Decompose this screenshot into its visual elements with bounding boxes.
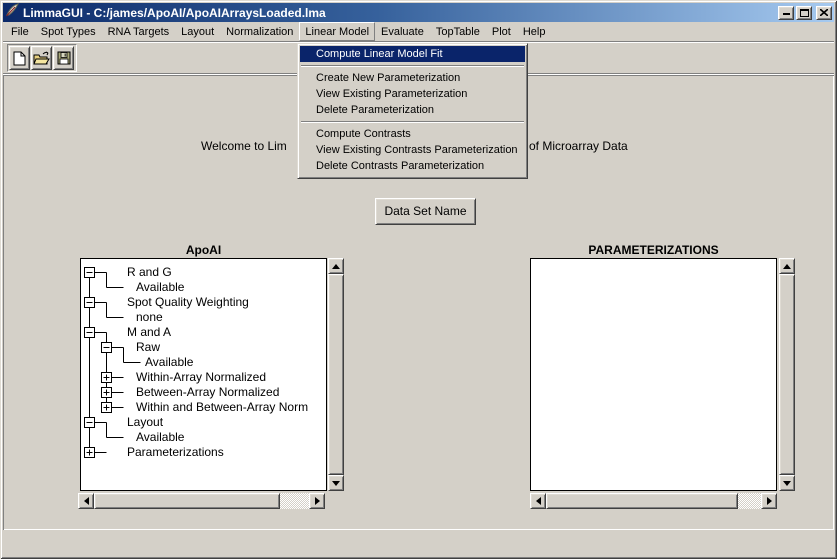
left-arrow-icon: [84, 497, 89, 505]
menubar-item-rna-targets[interactable]: RNA Targets: [102, 22, 176, 41]
right-panel-title: PARAMETERIZATIONS: [530, 243, 777, 257]
right-list-vertical-scrollbar[interactable]: [779, 258, 795, 491]
right-arrow-icon: [315, 497, 320, 505]
scroll-down-button[interactable]: [779, 475, 795, 491]
tree-node-raw[interactable]: Raw: [136, 340, 160, 355]
scrollbar-thumb[interactable]: [94, 493, 280, 509]
right-arrow-icon: [767, 497, 772, 505]
welcome-text-left: Welcome to Lim: [201, 139, 287, 153]
scroll-down-button[interactable]: [328, 475, 344, 491]
new-file-button[interactable]: [9, 46, 30, 70]
menu-separator: [301, 121, 524, 123]
tree-node-available[interactable]: Available: [136, 430, 184, 445]
menubar-item-layout[interactable]: Layout: [175, 22, 220, 41]
save-button[interactable]: [53, 46, 74, 70]
right-list-horizontal-scrollbar[interactable]: [530, 493, 777, 509]
welcome-text-right: of Microarray Data: [529, 139, 628, 153]
minimize-icon: [783, 8, 790, 15]
menubar-item-help[interactable]: Help: [517, 22, 552, 41]
up-arrow-icon: [332, 264, 340, 269]
menu-item-view-existing-parameterization[interactable]: View Existing Parameterization: [300, 86, 525, 102]
tree-node-spot-quality-weighting[interactable]: Spot Quality Weighting: [127, 295, 249, 310]
left-tree-horizontal-scrollbar[interactable]: [78, 493, 325, 509]
menubar-item-evaluate[interactable]: Evaluate: [375, 22, 430, 41]
tree-node-within-and-between-array-norm[interactable]: Within and Between-Array Norm: [136, 400, 308, 415]
tree-node-between-array-normalized[interactable]: Between-Array Normalized: [136, 385, 279, 400]
scroll-left-button[interactable]: [78, 493, 94, 509]
menu-bar: FileSpot TypesRNA TargetsLayoutNormaliza…: [3, 22, 834, 41]
tk-feather-icon[interactable]: [5, 3, 19, 22]
tree-node-available[interactable]: Available: [136, 280, 184, 295]
down-arrow-icon: [783, 481, 791, 486]
tree-node-parameterizations[interactable]: Parameterizations: [127, 445, 224, 460]
menubar-item-normalization[interactable]: Normalization: [220, 22, 299, 41]
tree-node-none[interactable]: none: [136, 310, 163, 325]
maximize-button[interactable]: [796, 6, 812, 20]
maximize-icon: [800, 9, 809, 17]
left-panel-title: ApoAI: [80, 243, 327, 257]
left-tree-vertical-scrollbar[interactable]: [328, 258, 344, 491]
new-file-icon: [13, 51, 26, 66]
window-title: LimmaGUI - C:/james/ApoAI/ApoAIArraysLoa…: [23, 6, 326, 20]
scrollbar-thumb[interactable]: [779, 274, 795, 475]
scroll-left-button[interactable]: [530, 493, 546, 509]
scroll-right-button[interactable]: [309, 493, 325, 509]
menubar-item-file[interactable]: File: [5, 22, 35, 41]
scrollbar-thumb[interactable]: [328, 274, 344, 475]
menu-item-delete-contrasts-parameterization[interactable]: Delete Contrasts Parameterization: [300, 158, 525, 174]
parameterizations-listbox: [530, 258, 777, 491]
limmagui-window: LimmaGUI - C:/james/ApoAI/ApoAIArraysLoa…: [0, 0, 837, 559]
left-arrow-icon: [536, 497, 541, 505]
menu-item-view-existing-contrasts-parameterization[interactable]: View Existing Contrasts Parameterization: [300, 142, 525, 158]
tree-node-available[interactable]: Available: [145, 355, 193, 370]
data-set-name-button[interactable]: Data Set Name: [375, 198, 476, 225]
linear-model-dropdown-menu: Compute Linear Model Fit Create New Param…: [297, 43, 528, 179]
menubar-item-linear-model[interactable]: Linear Model: [299, 22, 375, 41]
open-file-button[interactable]: [31, 46, 52, 70]
menubar-item-plot[interactable]: Plot: [486, 22, 517, 41]
down-arrow-icon: [332, 481, 340, 486]
menu-item-compute-linear-model-fit[interactable]: Compute Linear Model Fit: [300, 46, 525, 62]
scroll-up-button[interactable]: [328, 258, 344, 274]
scrollbar-thumb[interactable]: [546, 493, 738, 509]
toolbar-button-group: [7, 44, 77, 72]
tree-node-within-array-normalized[interactable]: Within-Array Normalized: [136, 370, 266, 385]
tree-node-layout[interactable]: Layout: [127, 415, 163, 430]
tree-node-r-and-g[interactable]: R and G: [127, 265, 172, 280]
scroll-right-button[interactable]: [761, 493, 777, 509]
close-button[interactable]: [816, 6, 832, 20]
menu-item-delete-parameterization[interactable]: Delete Parameterization: [300, 102, 525, 118]
open-folder-icon: [33, 51, 50, 66]
minimize-button[interactable]: [778, 6, 794, 20]
status-tree-canvas[interactable]: R and GAvailableSpot Quality Weightingno…: [80, 258, 327, 491]
scroll-up-button[interactable]: [779, 258, 795, 274]
menu-item-create-new-parameterization[interactable]: Create New Parameterization: [300, 70, 525, 86]
menubar-item-spot-types[interactable]: Spot Types: [35, 22, 102, 41]
tree-node-m-and-a[interactable]: M and A: [127, 325, 171, 340]
title-bar[interactable]: LimmaGUI - C:/james/ApoAI/ApoAIArraysLoa…: [3, 3, 834, 22]
close-icon: [820, 9, 828, 16]
menubar-item-toptable[interactable]: TopTable: [430, 22, 486, 41]
up-arrow-icon: [783, 264, 791, 269]
menu-item-compute-contrasts[interactable]: Compute Contrasts: [300, 126, 525, 142]
save-icon: [57, 51, 71, 65]
menu-separator: [301, 65, 524, 67]
